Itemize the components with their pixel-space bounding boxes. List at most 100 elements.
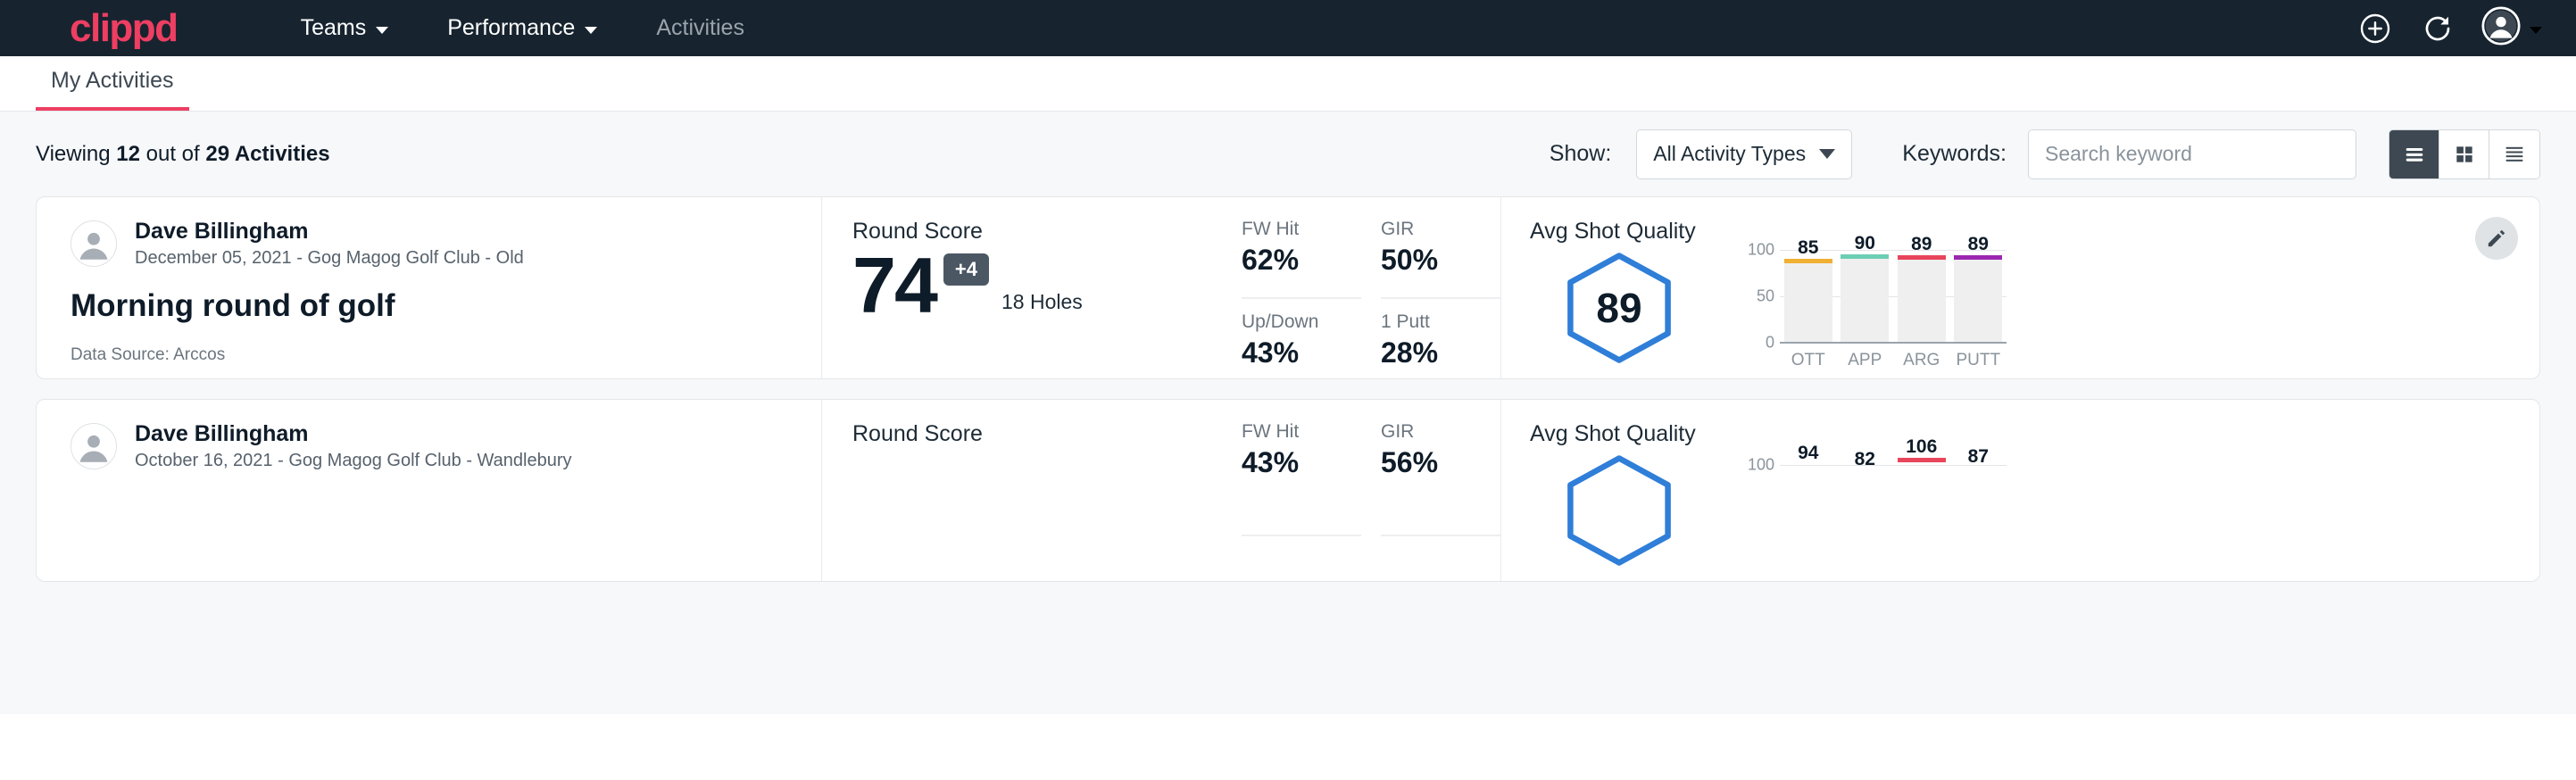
bar-value: 89 [1968,234,1989,255]
round-score-section: Round Score [822,400,1242,581]
bar-ott: 85 [1784,250,1832,342]
grid-view-button[interactable] [2439,130,2489,178]
viewing-mid: out of [140,142,205,166]
nav-item-performance[interactable]: Performance [418,15,627,41]
nav-actions [2356,6,2542,50]
y-tick-0: 0 [1766,334,1774,353]
nav-item-label: Performance [447,15,575,41]
avg-shot-quality-section: Avg Shot Quality 100 94 [1500,400,2539,581]
chart-y-axis: 100 [1739,452,1774,546]
filter-toolbar: Viewing 12 out of 29 Activities Show: Al… [0,112,2576,196]
stat-label: FW Hit [1242,219,1361,240]
avg-shot-quality-label: Avg Shot Quality [1530,421,2539,447]
bar-value: 85 [1798,237,1818,259]
chevron-down-icon [1819,149,1835,159]
keywords-label: Keywords: [1902,141,2007,167]
activity-meta: October 16, 2021 - Gog Magog Golf Club -… [135,451,572,471]
score-row: 74 +4 18 Holes [852,246,1242,325]
chart-plot-area: 85 90 89 89 [1780,250,2007,344]
stat-gir: GIR 56% [1381,421,1500,536]
plus-circle-icon[interactable] [2356,10,2394,47]
nav-item-label: Activities [656,15,744,41]
search-input[interactable] [2028,129,2356,179]
tab-bar: My Activities [0,56,2576,112]
stat-label: FW Hit [1242,421,1361,443]
stat-grid: FW Hit 62% GIR 50% Up/Down 43% 1 Putt 28… [1242,197,1500,378]
bar-value: 89 [1911,234,1932,255]
edit-activity-button[interactable] [2475,217,2518,260]
x-label-arg: ARG [1898,351,1946,370]
tab-my-activities[interactable]: My Activities [36,68,189,111]
viewing-total: 29 Activities [205,142,329,166]
stat-fw-hit: FW Hit 43% [1242,421,1361,536]
viewing-prefix: Viewing [36,142,116,166]
chevron-down-icon [585,27,597,34]
bar-value: 106 [1906,436,1937,458]
stat-value: 62% [1242,244,1361,277]
list-view-button[interactable] [2389,130,2439,178]
viewing-count: 12 [116,142,140,166]
chevron-down-icon [2530,27,2542,34]
data-source: Data Source: Arccos [71,345,821,365]
quality-body: 100 94 82 106 [1530,452,2539,568]
bar-value: 94 [1798,443,1818,464]
avatar [71,423,117,469]
top-navigation-bar: clippd Teams Performance Activities [0,0,2576,56]
stat-label: 1 Putt [1381,311,1500,333]
bar-value: 82 [1855,449,1875,470]
chart-bars: 94 82 106 87 [1780,452,2007,544]
bar-arg: 106 [1898,452,1946,544]
stat-label: GIR [1381,421,1500,443]
show-label: Show: [1550,141,1611,167]
activity-type-select[interactable]: All Activity Types [1636,129,1852,179]
activity-meta: December 05, 2021 - Gog Magog Golf Club … [135,248,524,269]
round-score-value: 74 [852,246,936,325]
player-name: Dave Billingham [135,421,572,447]
activity-summary: Dave Billingham December 05, 2021 - Gog … [37,197,822,378]
app-logo[interactable]: clippd [70,9,178,48]
nav-item-activities[interactable]: Activities [627,15,774,41]
account-circle-icon [2481,6,2521,50]
stat-value: 56% [1381,446,1500,479]
stat-up-down: Up/Down 43% [1242,299,1361,379]
account-menu[interactable] [2481,6,2542,50]
activity-list: Dave Billingham December 05, 2021 - Gog … [0,196,2576,714]
chart-plot-area: 94 82 106 87 [1780,452,2007,546]
stat-label: Up/Down [1242,311,1361,333]
bar-app: 82 [1841,452,1889,544]
avatar [71,220,117,267]
stat-one-putt: 1 Putt 28% [1381,299,1500,379]
round-score-section: Round Score 74 +4 18 Holes [822,197,1242,378]
chart-x-labels: OTT APP ARG PUTT [1780,351,2007,370]
nav-item-label: Teams [301,15,367,41]
compact-view-button[interactable] [2489,130,2539,178]
holes-played: 18 Holes [1001,290,1083,314]
nav-item-teams[interactable]: Teams [271,15,419,41]
refresh-icon[interactable] [2419,10,2456,47]
bar-ott: 94 [1784,452,1832,544]
chevron-down-icon [376,27,388,34]
bar-app: 90 [1841,250,1889,342]
activity-card[interactable]: Dave Billingham December 05, 2021 - Gog … [36,196,2540,379]
bar-arg: 89 [1898,250,1946,342]
stat-grid: FW Hit 43% GIR 56% [1242,400,1500,581]
player-name: Dave Billingham [135,219,524,245]
quality-score-value: 89 [1596,284,1641,332]
x-label-app: APP [1841,351,1889,370]
avg-shot-quality-label: Avg Shot Quality [1530,219,2539,245]
shot-quality-chart: 100 50 0 85 [1739,250,2007,366]
filter-controls: Show: All Activity Types Keywords: [1550,129,2540,179]
score-to-par-badge: +4 [943,253,989,286]
quality-hexagon [1530,452,1708,568]
activity-card[interactable]: Dave Billingham October 16, 2021 - Gog M… [36,399,2540,582]
player-row: Dave Billingham October 16, 2021 - Gog M… [71,421,821,471]
stat-label: GIR [1381,219,1500,240]
stat-value: 50% [1381,244,1500,277]
player-row: Dave Billingham December 05, 2021 - Gog … [71,219,821,269]
bar-value: 90 [1855,233,1875,254]
y-tick-50: 50 [1757,287,1774,306]
stat-value: 43% [1242,336,1361,369]
chart-x-axis [1780,342,2007,344]
stat-fw-hit: FW Hit 62% [1242,219,1361,299]
x-label-putt: PUTT [1954,351,2002,370]
